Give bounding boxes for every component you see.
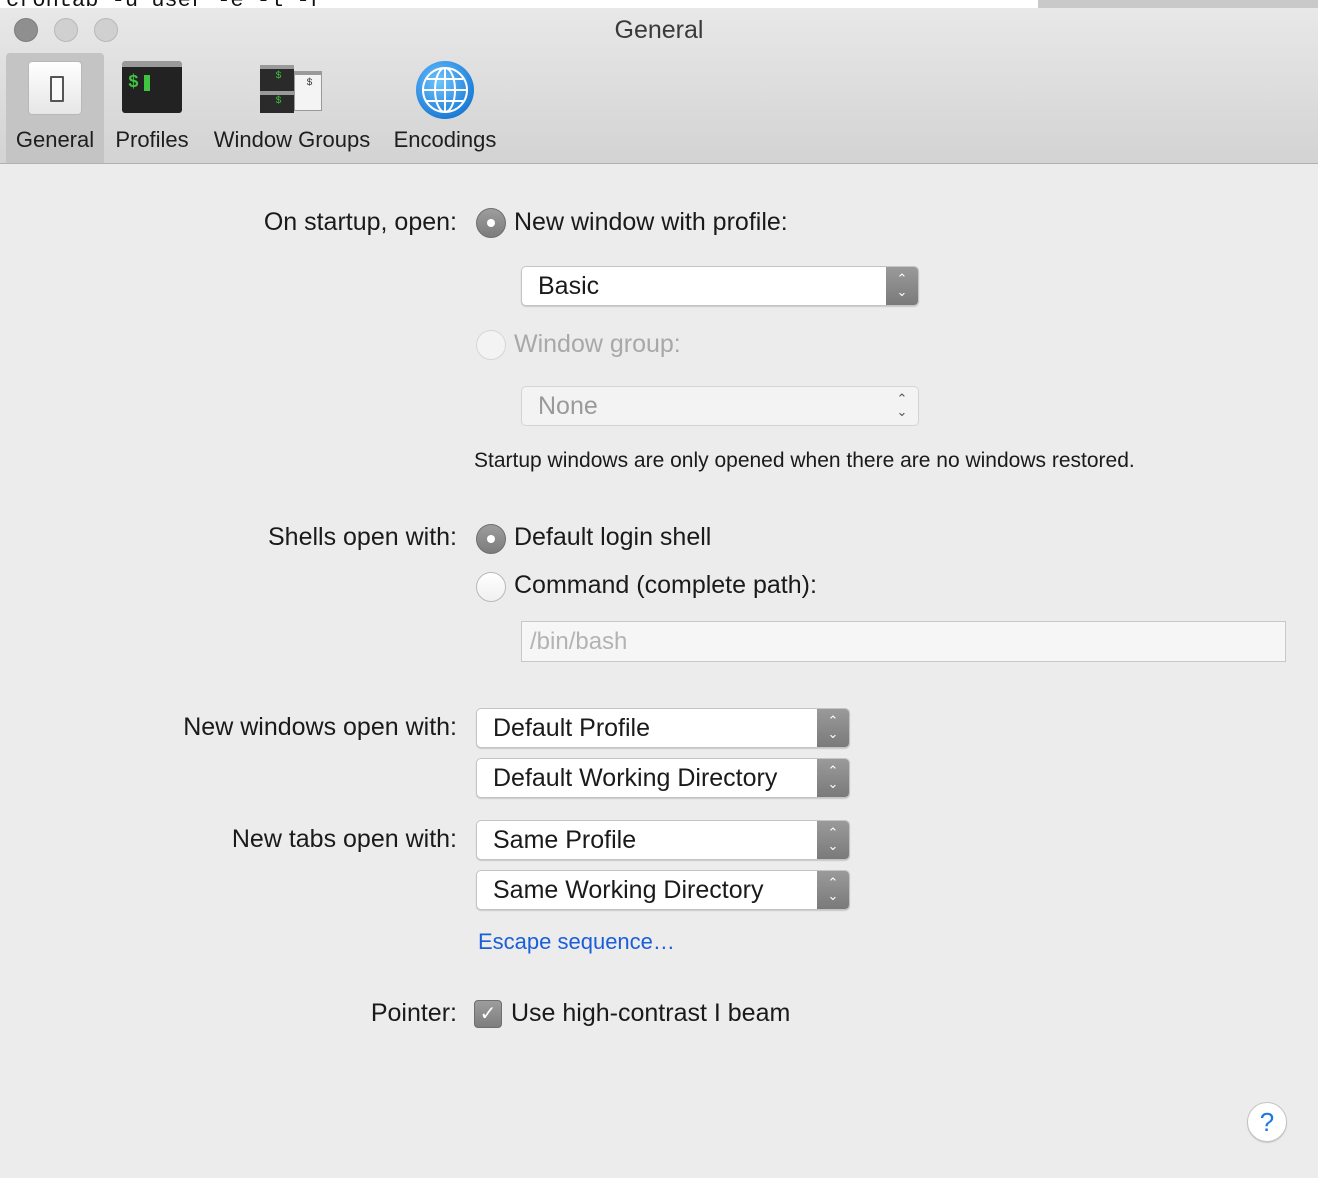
pointer-label: Pointer: bbox=[370, 999, 457, 1027]
radio-window-group[interactable] bbox=[476, 330, 506, 360]
window-title: General bbox=[614, 16, 704, 44]
new-tabs-profile-value: Same Profile bbox=[493, 826, 637, 854]
tab-profiles[interactable]: $ Profiles bbox=[107, 53, 197, 163]
command-label: Command (complete path): bbox=[514, 571, 817, 599]
new-window-with-profile-label: New window with profile: bbox=[514, 208, 788, 236]
window-group-popup[interactable]: None ⌃ ⌄ bbox=[521, 386, 919, 426]
new-tabs-directory-popup[interactable]: Same Working Directory ⌃ ⌄ bbox=[476, 870, 850, 910]
radio-default-login-shell[interactable] bbox=[476, 524, 506, 554]
title-bar: General General $ Profiles $ $ $ Window … bbox=[0, 8, 1318, 164]
chevron-updown-icon: ⌃ ⌄ bbox=[896, 391, 908, 419]
chevron-updown-icon: ⌃ ⌄ bbox=[817, 759, 849, 797]
tab-encodings-label: Encodings bbox=[393, 127, 497, 152]
shells-label: Shells open with: bbox=[267, 523, 457, 551]
new-windows-label: New windows open with: bbox=[183, 713, 457, 741]
globe-icon bbox=[416, 61, 474, 119]
new-tabs-profile-popup[interactable]: Same Profile ⌃ ⌄ bbox=[476, 820, 850, 860]
question-mark-icon: ? bbox=[1259, 1107, 1275, 1137]
tab-window-groups[interactable]: $ $ $ Window Groups bbox=[204, 53, 380, 163]
chevron-updown-icon: ⌃ ⌄ bbox=[886, 267, 918, 305]
startup-note: Startup windows are only opened when the… bbox=[474, 449, 1135, 472]
preferences-window: General General $ Profiles $ $ $ Window … bbox=[0, 8, 1318, 1178]
chevron-updown-icon: ⌃ ⌄ bbox=[817, 871, 849, 909]
general-switch-icon bbox=[28, 61, 82, 115]
new-windows-profile-value: Default Profile bbox=[493, 714, 651, 742]
background-terminal: crontab -u user -e -l -r bbox=[0, 0, 1318, 8]
window-group-value: None bbox=[538, 392, 598, 420]
high-contrast-ibeam-label: Use high-contrast I beam bbox=[511, 999, 791, 1027]
radio-new-window-with-profile[interactable] bbox=[476, 208, 506, 238]
background-window-edge bbox=[1038, 0, 1318, 8]
new-windows-directory-popup[interactable]: Default Working Directory ⌃ ⌄ bbox=[476, 758, 850, 798]
tab-general-label: General bbox=[15, 127, 95, 152]
chevron-updown-icon: ⌃ ⌄ bbox=[817, 709, 849, 747]
terminal-icon: $ bbox=[122, 61, 182, 113]
startup-profile-popup[interactable]: Basic ⌃ ⌄ bbox=[521, 266, 919, 306]
checkmark-icon: ✓ bbox=[479, 1003, 497, 1025]
general-settings-pane: On startup, open: New window with profil… bbox=[0, 164, 1318, 1178]
startup-profile-value: Basic bbox=[538, 272, 600, 300]
command-path-field[interactable]: /bin/bash bbox=[521, 621, 1286, 662]
chevron-updown-icon: ⌃ ⌄ bbox=[817, 821, 849, 859]
tab-profiles-label: Profiles bbox=[115, 127, 189, 152]
help-button[interactable]: ? bbox=[1247, 1102, 1287, 1142]
tab-general[interactable]: General bbox=[6, 53, 104, 163]
startup-label: On startup, open: bbox=[263, 208, 457, 236]
background-terminal-text: crontab -u user -e -l -r bbox=[6, 0, 323, 8]
new-windows-profile-popup[interactable]: Default Profile ⌃ ⌄ bbox=[476, 708, 850, 748]
window-group-label: Window group: bbox=[514, 330, 681, 358]
new-tabs-directory-value: Same Working Directory bbox=[493, 876, 764, 904]
default-login-shell-label: Default login shell bbox=[514, 523, 712, 551]
high-contrast-ibeam-checkbox[interactable]: ✓ bbox=[474, 1000, 502, 1028]
new-tabs-label: New tabs open with: bbox=[231, 825, 457, 853]
window-groups-icon: $ $ $ bbox=[260, 61, 324, 117]
escape-sequence-link[interactable]: Escape sequence… bbox=[478, 929, 675, 955]
new-windows-directory-value: Default Working Directory bbox=[493, 764, 778, 792]
tab-window-groups-label: Window Groups bbox=[213, 127, 371, 152]
tab-encodings[interactable]: Encodings bbox=[386, 53, 504, 163]
radio-command[interactable] bbox=[476, 572, 506, 602]
